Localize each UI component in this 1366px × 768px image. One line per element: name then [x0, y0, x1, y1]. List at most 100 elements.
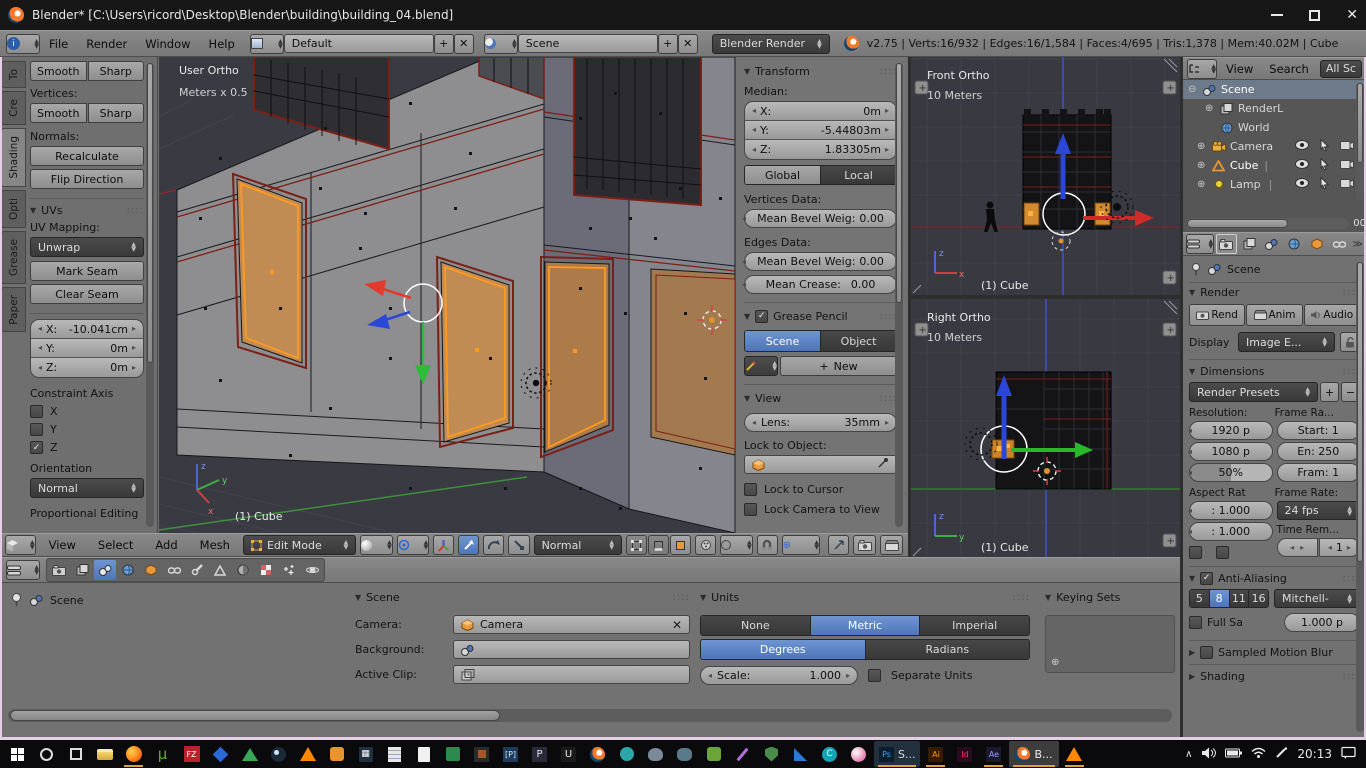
- blender-app-icon[interactable]: [584, 741, 611, 767]
- outliner-item-cube[interactable]: ⊕ Cube |: [1183, 156, 1366, 175]
- aspect-y-field[interactable]: ◂: 1.000▸: [1189, 522, 1273, 541]
- tab-shading[interactable]: Shading: [1, 128, 26, 187]
- close-button[interactable]: ✕: [1346, 7, 1358, 23]
- viewport-shading-select[interactable]: ▲▼: [360, 535, 393, 555]
- p-app-icon[interactable]: P: [526, 741, 553, 767]
- aa-samples-16[interactable]: 16: [1249, 590, 1268, 607]
- aa-samples-5[interactable]: 5: [1190, 590, 1210, 607]
- add-preset-button[interactable]: +: [1320, 382, 1339, 402]
- proportional-edit-select[interactable]: ▲▼: [720, 535, 753, 555]
- green-app-icon[interactable]: [439, 741, 466, 767]
- sketchup-icon[interactable]: [700, 741, 727, 767]
- tab-constraints[interactable]: [1329, 234, 1350, 254]
- tab-particles[interactable]: [278, 560, 300, 580]
- menu-render[interactable]: Render: [77, 37, 136, 51]
- utorrent-icon[interactable]: µ: [149, 741, 176, 767]
- constraint-y-row[interactable]: Y: [30, 423, 144, 436]
- grease-pencil-checkbox[interactable]: ✓: [755, 310, 768, 323]
- tab-object-data[interactable]: [209, 560, 231, 580]
- separate-units-checkbox[interactable]: [868, 669, 881, 682]
- expand-icon[interactable]: ⊕: [1197, 179, 1210, 190]
- lock-to-cursor-row[interactable]: Lock to Cursor: [744, 483, 897, 496]
- indesign-icon[interactable]: Id: [951, 741, 978, 767]
- cinema4d-icon[interactable]: C: [816, 741, 843, 767]
- face-select-button[interactable]: [670, 535, 691, 555]
- outliner-filter-select[interactable]: All Sc: [1320, 60, 1362, 78]
- transform-panel-header[interactable]: ▼Transform::::: [744, 61, 897, 81]
- render-animation-button[interactable]: Anim: [1246, 304, 1302, 326]
- x-field[interactable]: ◂X:-10.041cm▸: [31, 320, 143, 339]
- median-y-field[interactable]: ◂Y:-5.44803m▸: [745, 121, 896, 140]
- grease-new-button[interactable]: +New: [780, 356, 897, 376]
- keying-sets-list[interactable]: ⊕: [1045, 615, 1175, 673]
- render-button[interactable]: Rend: [1189, 304, 1245, 326]
- cortana-icon[interactable]: [33, 741, 60, 767]
- menu-mesh[interactable]: Mesh: [191, 538, 239, 552]
- time-new-field[interactable]: ◂1▸: [1319, 538, 1360, 557]
- expand-icon[interactable]: ⊕: [1197, 141, 1210, 152]
- render-panel-header[interactable]: ▼Render::::: [1189, 282, 1360, 302]
- n-panel-scrollbar[interactable]: [895, 63, 903, 527]
- units-radians-button[interactable]: Radians: [866, 640, 1030, 659]
- breadcrumb-label[interactable]: Scene: [50, 594, 84, 607]
- photoshop-window-button[interactable]: PsS...: [874, 741, 920, 767]
- start-button[interactable]: [4, 741, 31, 767]
- dropbox-icon[interactable]: [207, 741, 234, 767]
- vlc-cone-icon[interactable]: [1061, 741, 1088, 767]
- unwrap-menu[interactable]: Unwrap▲▼: [30, 237, 144, 257]
- tab-world[interactable]: [117, 560, 139, 580]
- steam-icon[interactable]: [265, 741, 292, 767]
- calculator-icon[interactable]: ▦: [352, 741, 379, 767]
- units-imperial-button[interactable]: Imperial: [920, 616, 1029, 635]
- tray-chevron-icon[interactable]: ∧: [1185, 749, 1192, 760]
- visibility-eye-icon[interactable]: [1295, 159, 1309, 172]
- minimize-button[interactable]: [1271, 14, 1283, 16]
- editor-type-outliner-button[interactable]: ▲▼: [1187, 59, 1217, 79]
- aa-samples-11[interactable]: 11: [1230, 590, 1250, 607]
- render-engine-select[interactable]: Blender Render▲▼: [712, 34, 830, 54]
- viewport-3d[interactable]: z y x User Ortho Meters x 0.5 (1) Cube: [159, 57, 735, 533]
- pin-icon[interactable]: [1190, 263, 1202, 276]
- affinity-icon[interactable]: [729, 741, 756, 767]
- filezilla-icon[interactable]: FZ: [178, 741, 205, 767]
- units-degrees-button[interactable]: Degrees: [701, 640, 866, 659]
- illustrator-icon[interactable]: Ai: [922, 741, 949, 767]
- transform-orientation-select[interactable]: Normal▲▼: [534, 535, 622, 555]
- selectability-cursor-icon[interactable]: [1319, 139, 1329, 154]
- wings3d-icon[interactable]: [671, 741, 698, 767]
- renderability-camera-icon[interactable]: [1340, 140, 1354, 153]
- menu-select[interactable]: Select: [89, 538, 142, 552]
- google-drive-icon[interactable]: [236, 741, 263, 767]
- outliner-item-renderlayers[interactable]: ⊕ RenderL: [1183, 99, 1366, 118]
- units-metric-button[interactable]: Metric: [811, 616, 921, 635]
- viewport-3d-canvas[interactable]: z y x User Ortho Meters x 0.5 (1) Cube: [159, 57, 735, 533]
- tab-constraints[interactable]: [163, 560, 185, 580]
- visibility-eye-icon[interactable]: [1295, 140, 1309, 153]
- security-app-icon[interactable]: [323, 741, 350, 767]
- tool-shelf-scrollbar[interactable]: [146, 63, 154, 527]
- snap-element-select[interactable]: ⊕▲▼: [782, 535, 820, 555]
- editor-type-info-button[interactable]: i▲▼: [6, 34, 40, 54]
- tab-modifiers[interactable]: [186, 560, 208, 580]
- limit-selection-visible-button[interactable]: [695, 535, 716, 555]
- tab-options[interactable]: Opti: [1, 190, 26, 228]
- unit-scale-field[interactable]: ◂Scale:1.000▸: [700, 666, 858, 685]
- clear-seam-button[interactable]: Clear Seam: [30, 284, 144, 304]
- units-panel-header[interactable]: ▼Units::::: [700, 587, 1030, 607]
- units-none-button[interactable]: None: [701, 616, 811, 635]
- outliner-h-scrollbar[interactable]: [1186, 218, 1349, 229]
- ruler-app-icon[interactable]: [787, 741, 814, 767]
- frame-step-field[interactable]: ◂Fram: 1▸: [1277, 463, 1361, 482]
- viewport-front-ortho[interactable]: z x + + + Front Ortho 10 Meters (1) Cube: [908, 57, 1180, 295]
- vlc-icon[interactable]: [294, 741, 321, 767]
- pivot-point-select[interactable]: ▲▼: [397, 535, 430, 555]
- display-mode-select[interactable]: Image E...▲▼: [1238, 332, 1335, 352]
- anti-aliasing-checkbox[interactable]: ✓: [1200, 572, 1213, 585]
- pull-header-icon[interactable]: [828, 535, 849, 555]
- unity-icon[interactable]: U: [555, 741, 582, 767]
- local-button[interactable]: Local: [821, 166, 896, 184]
- renderability-camera-icon[interactable]: [1340, 178, 1354, 191]
- tab-material[interactable]: [232, 560, 254, 580]
- editor-type-3dview-button[interactable]: ▲▼: [5, 535, 36, 555]
- clear-camera-icon[interactable]: ✕: [672, 618, 682, 632]
